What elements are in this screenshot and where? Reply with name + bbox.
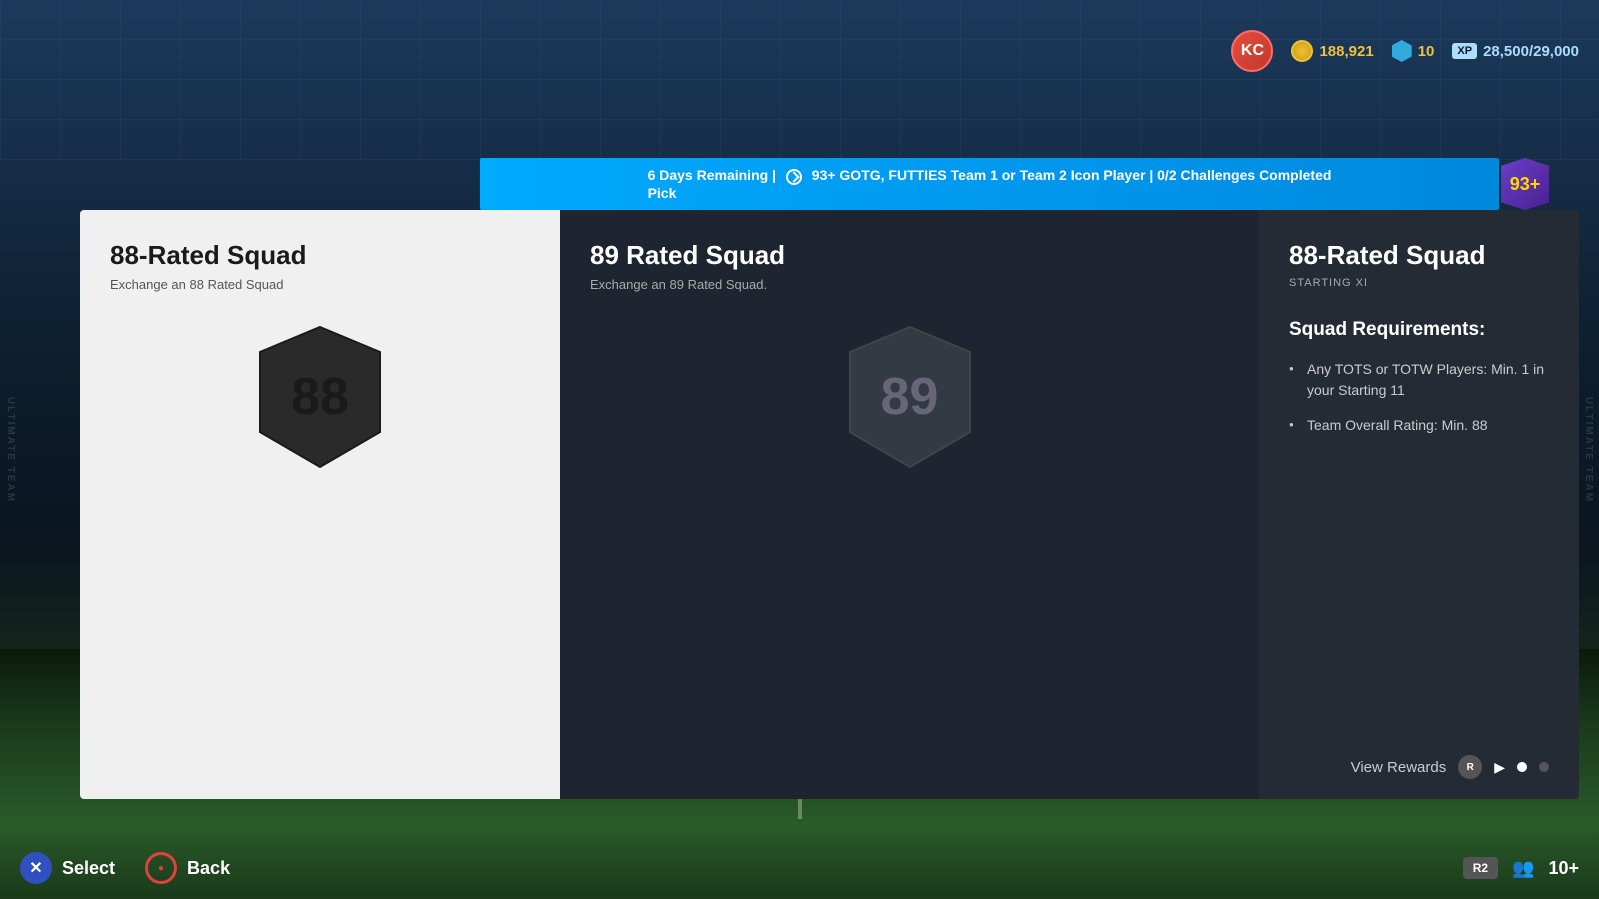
requirements-list: Any TOTS or TOTW Players: Min. 1 in your… bbox=[1289, 359, 1549, 436]
back-label: Back bbox=[187, 858, 230, 879]
top-bar: KC 188,921 10 XP 28,500/29,000 bbox=[1231, 30, 1579, 72]
badge-93: 93+ bbox=[1501, 158, 1549, 210]
shield-badge-88: 88 bbox=[255, 322, 385, 472]
banner-challenges: 0/2 Challenges Completed bbox=[1157, 167, 1331, 183]
card-right-title: 88-Rated Squad bbox=[1289, 240, 1549, 271]
xp-group: XP 28,500/29,000 bbox=[1452, 43, 1579, 60]
circle-button-icon: ● bbox=[145, 852, 177, 884]
banner-pick: Pick bbox=[648, 185, 677, 201]
shield-count: 10 bbox=[1418, 43, 1435, 60]
banner-text: 6 Days Remaining | 93+ GOTG, FUTTIES Tea… bbox=[648, 167, 1332, 200]
card-left-title: 88-Rated Squad bbox=[110, 240, 530, 271]
people-icon: 👥 bbox=[1512, 858, 1534, 879]
card-right-subtitle: STARTING XI bbox=[1289, 277, 1549, 289]
bottom-right-info: R2 👥 10+ bbox=[1463, 857, 1579, 879]
select-label: Select bbox=[62, 858, 115, 879]
bottom-left-actions: ✕ Select ● Back bbox=[20, 852, 230, 884]
shield-group: 10 bbox=[1392, 40, 1435, 62]
card-middle-subtitle: Exchange an 89 Rated Squad. bbox=[590, 277, 1229, 292]
xp-value: 28,500/29,000 bbox=[1483, 43, 1579, 60]
days-remaining: 6 Days Remaining bbox=[648, 167, 769, 183]
card-middle-title: 89 Rated Squad bbox=[590, 240, 1229, 271]
refresh-icon bbox=[786, 169, 802, 185]
page-dot-inactive bbox=[1539, 762, 1549, 772]
select-action[interactable]: ✕ Select bbox=[20, 852, 115, 884]
requirement-1: Any TOTS or TOTW Players: Min. 1 in your… bbox=[1289, 359, 1549, 401]
requirement-2: Team Overall Rating: Min. 88 bbox=[1289, 415, 1549, 436]
back-action[interactable]: ● Back bbox=[145, 852, 230, 884]
xp-badge: XP bbox=[1452, 43, 1477, 59]
card-89-rated[interactable]: 89 Rated Squad Exchange an 89 Rated Squa… bbox=[560, 210, 1259, 799]
coin-icon bbox=[1291, 40, 1313, 62]
banner-separator-1: | bbox=[772, 167, 780, 183]
arrow-right-icon: ▶ bbox=[1494, 759, 1505, 776]
r-button[interactable]: R bbox=[1458, 755, 1482, 779]
bg-grid-pattern bbox=[0, 0, 1599, 160]
view-rewards-text: View Rewards bbox=[1351, 759, 1447, 776]
page-dot-active bbox=[1517, 762, 1527, 772]
main-cards-area: 88-Rated Squad Exchange an 88 Rated Squa… bbox=[80, 210, 1579, 799]
bottom-bar: ✕ Select ● Back R2 👥 10+ bbox=[20, 852, 1579, 884]
r2-button[interactable]: R2 bbox=[1463, 857, 1498, 879]
right-side-watermark: ULTIMATE TEAM bbox=[1583, 396, 1594, 502]
card-88-rated[interactable]: 88-Rated Squad Exchange an 88 Rated Squa… bbox=[80, 210, 560, 799]
card-left-rating-badge: 88 bbox=[110, 322, 530, 472]
shield-icon bbox=[1392, 40, 1412, 62]
requirements-title: Squad Requirements: bbox=[1289, 319, 1549, 341]
left-side-watermark: ULTIMATE TEAM bbox=[5, 396, 16, 502]
shield-number-88: 88 bbox=[291, 367, 349, 427]
banner-separator-2: | bbox=[1149, 167, 1157, 183]
event-banner: 6 Days Remaining | 93+ GOTG, FUTTIES Tea… bbox=[480, 158, 1499, 210]
card-requirements: 88-Rated Squad STARTING XI Squad Require… bbox=[1259, 210, 1579, 799]
coins-group: 188,921 bbox=[1291, 40, 1373, 62]
card-middle-rating-badge: 89 bbox=[590, 322, 1229, 472]
view-rewards-bar[interactable]: View Rewards R ▶ bbox=[1259, 755, 1579, 779]
avatar: KC bbox=[1231, 30, 1273, 72]
shield-badge-89: 89 bbox=[845, 322, 975, 472]
shield-number-89: 89 bbox=[881, 367, 939, 427]
coins-value: 188,921 bbox=[1319, 43, 1373, 60]
banner-reward: 93+ GOTG, FUTTIES Team 1 or Team 2 Icon … bbox=[812, 167, 1146, 183]
people-count: 10+ bbox=[1548, 858, 1579, 879]
x-button-icon: ✕ bbox=[20, 852, 52, 884]
card-left-subtitle: Exchange an 88 Rated Squad bbox=[110, 277, 530, 292]
